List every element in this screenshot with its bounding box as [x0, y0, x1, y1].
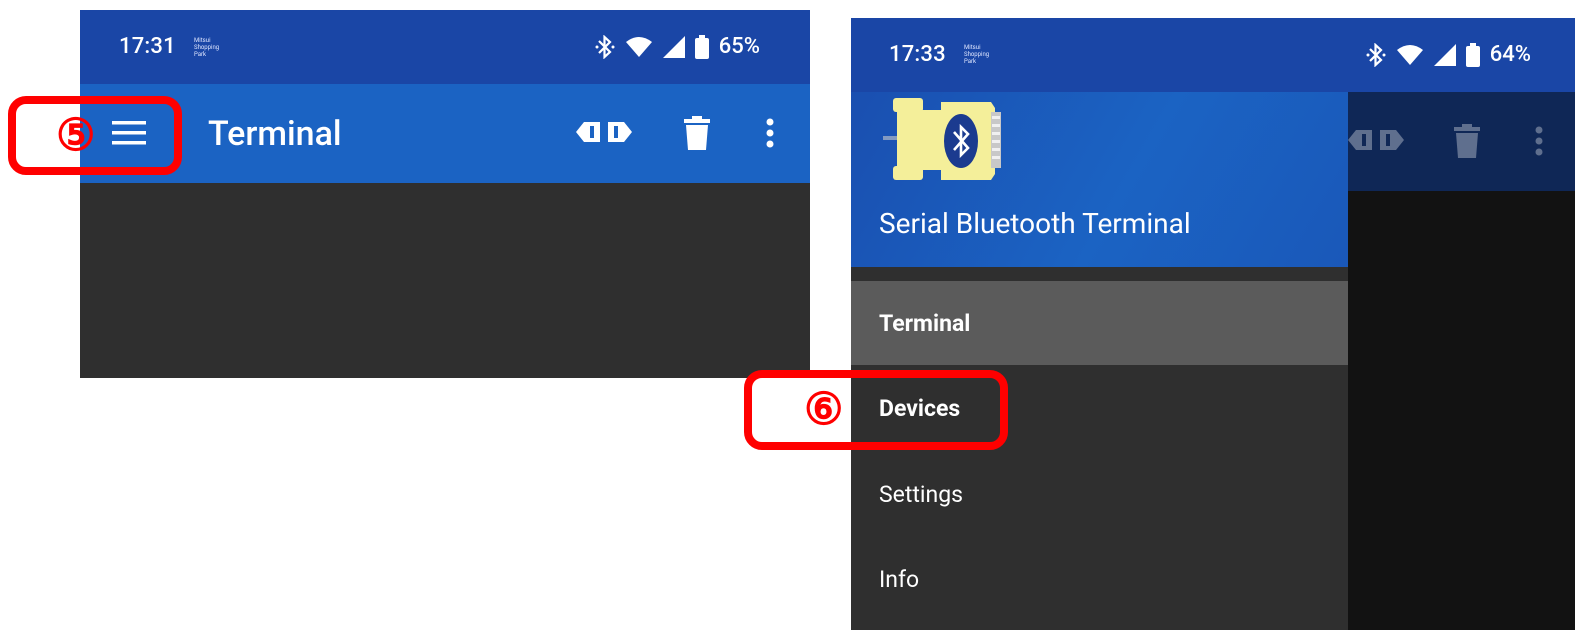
signal-icon: [1433, 43, 1456, 66]
status-time: 17:33: [889, 42, 946, 67]
bluetooth-icon: [595, 34, 615, 59]
drawer-item-label: Info: [879, 565, 920, 593]
connect-icon[interactable]: [576, 117, 632, 147]
status-time: 17:31: [119, 34, 176, 59]
terminal-content-area[interactable]: [80, 183, 810, 378]
drawer-item-info[interactable]: Info: [851, 537, 1348, 621]
annotation-label-5: ⑤: [56, 109, 96, 161]
battery-icon: [694, 34, 709, 59]
battery-percent: 64%: [1489, 42, 1531, 67]
status-mini-text: Mitsui Shopping Park: [194, 37, 220, 58]
annotation-label-6: ⑥: [804, 383, 844, 435]
drawer-item-settings[interactable]: Settings: [851, 452, 1348, 536]
battery-icon: [1465, 42, 1480, 67]
wifi-icon: [1396, 44, 1423, 65]
bluetooth-icon: [1366, 42, 1386, 67]
dimmed-app-bar: [1348, 92, 1575, 191]
app-bar-title: Terminal: [208, 114, 342, 154]
wifi-icon: [625, 36, 652, 57]
drawer-item-label: Terminal: [879, 309, 971, 337]
connect-icon: [1348, 130, 1404, 150]
trash-icon: [1454, 124, 1480, 158]
signal-icon: [662, 35, 685, 58]
battery-percent: 65%: [718, 34, 760, 59]
status-bar: 17:31 Mitsui Shopping Park 65%: [80, 10, 810, 84]
app-logo-icon: [883, 98, 1001, 180]
drawer-header: Serial Bluetooth Terminal: [851, 92, 1348, 267]
drawer-item-terminal[interactable]: Terminal: [851, 281, 1348, 365]
more-vert-icon[interactable]: [766, 118, 774, 148]
left-screen: 17:31 Mitsui Shopping Park 65% Terminal: [80, 10, 810, 378]
navigation-drawer: Serial Bluetooth Terminal Terminal Devic…: [851, 92, 1348, 630]
drawer-item-label: Settings: [879, 480, 963, 508]
status-mini-text: Mitsui Shopping Park: [964, 44, 990, 65]
app-bar: Terminal: [80, 84, 810, 183]
status-icons: 65%: [595, 34, 760, 59]
highlight-box-devices: [744, 370, 1008, 450]
status-bar: 17:33 Mitsui Shopping Park 64%: [851, 18, 1575, 92]
right-screen: 17:33 Mitsui Shopping Park 64% Serial Bl…: [851, 18, 1575, 630]
drawer-app-name: Serial Bluetooth Terminal: [879, 207, 1191, 240]
trash-icon[interactable]: [684, 116, 710, 150]
more-vert-icon: [1535, 126, 1543, 156]
status-icons: 64%: [1366, 42, 1531, 67]
